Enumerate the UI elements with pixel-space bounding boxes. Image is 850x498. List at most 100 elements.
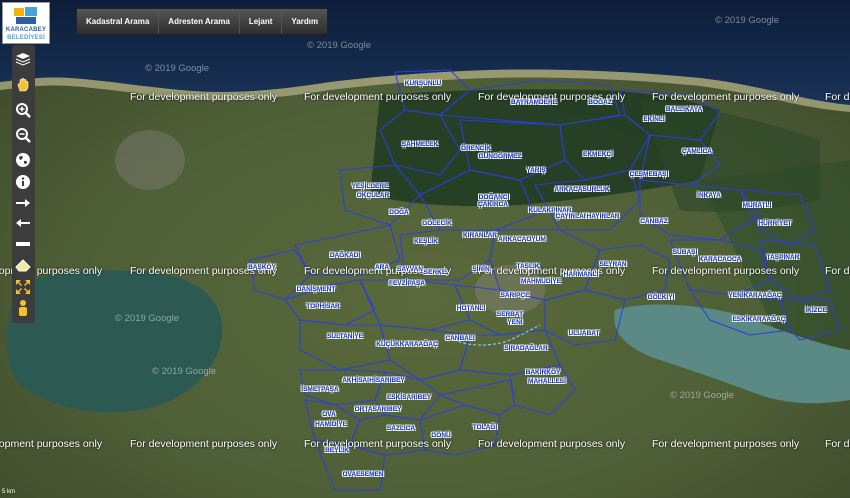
address-search-button[interactable]: Adresten Arama xyxy=(159,9,240,34)
place-label[interactable]: KURŞUNLU xyxy=(405,80,441,88)
place-label[interactable]: BAYRAMDERE xyxy=(511,99,557,107)
place-label[interactable]: BAKIRKÖY xyxy=(526,369,561,377)
place-label[interactable]: TOLAĞI xyxy=(473,424,497,432)
info-icon[interactable] xyxy=(13,172,33,192)
place-label[interactable]: SARIPÇE xyxy=(501,292,530,300)
place-label[interactable]: GÖLECİK xyxy=(422,220,452,228)
place-label[interactable]: CANBALI xyxy=(445,335,474,343)
place-label[interactable]: SAZLICA xyxy=(387,425,415,433)
place-label[interactable]: SAYVAN xyxy=(397,266,423,274)
zoom-out-icon[interactable] xyxy=(13,125,33,145)
place-label[interactable]: HİSARIBEY xyxy=(369,377,404,385)
place-label[interactable]: BAŞKÖY xyxy=(248,264,276,272)
cadastral-search-button[interactable]: Kadastral Arama xyxy=(77,9,160,34)
place-label[interactable]: TOPHİSAR xyxy=(306,303,339,311)
place-label[interactable]: EKİNLİ xyxy=(643,116,664,124)
place-label[interactable]: YENİ xyxy=(507,319,522,327)
place-label[interactable]: İSMETPAŞA xyxy=(301,386,338,394)
help-button[interactable]: Yardım xyxy=(282,9,328,34)
satellite-map[interactable] xyxy=(0,0,850,498)
place-label[interactable]: AKHİSAR xyxy=(342,377,372,385)
place-label[interactable]: ÇEŞMEBAŞI xyxy=(630,171,669,179)
place-label[interactable]: MAHALLESİ xyxy=(528,378,566,386)
place-label[interactable]: ÇAYIRLAR xyxy=(556,213,589,221)
place-label[interactable]: MURATLI xyxy=(743,202,772,210)
place-label[interactable]: BOĞAZ xyxy=(588,99,611,107)
place-label[interactable]: ŞİRİN xyxy=(472,266,489,274)
dev-watermark-text: For development purposes only xyxy=(304,91,452,103)
eraser-icon[interactable] xyxy=(13,255,33,275)
pan-hand-icon[interactable] xyxy=(13,75,33,95)
place-label[interactable]: SERBAT xyxy=(497,311,523,319)
place-label[interactable]: KEŞLİK xyxy=(414,238,438,246)
dev-watermark-text: For development purposes only xyxy=(478,438,626,450)
place-label[interactable]: ORTASARIBEY xyxy=(355,406,402,414)
place-label[interactable]: DANİŞMENT xyxy=(297,286,336,294)
place-label[interactable]: KIRANLAR xyxy=(463,232,497,240)
place-label[interactable]: ARKACAOYUM xyxy=(498,236,546,244)
place-label[interactable]: İKİZCE xyxy=(805,307,826,315)
place-label[interactable]: DAĞKADI xyxy=(330,252,360,260)
place-label[interactable]: OVA xyxy=(322,411,336,419)
place-label[interactable]: DOĞA xyxy=(389,209,409,217)
place-label[interactable]: YEŞİLDERE xyxy=(352,183,389,191)
place-label[interactable]: ESKİKARAAĞAÇ xyxy=(732,316,785,324)
arrow-left-icon[interactable] xyxy=(13,213,33,233)
place-label[interactable]: BEYLİK xyxy=(325,447,349,455)
place-label[interactable]: HARMANLI xyxy=(564,271,599,279)
legend-button[interactable]: Lejant xyxy=(239,9,283,34)
logo-mark-icon xyxy=(14,7,37,24)
place-label[interactable]: OVAESEMEN xyxy=(342,471,383,479)
place-label[interactable]: MAHMUDİYE xyxy=(521,278,561,286)
place-label[interactable]: EKMEKÇİ xyxy=(583,151,613,159)
place-label[interactable]: GÖNÜ xyxy=(431,432,451,440)
place-label[interactable]: İNKAYA xyxy=(697,192,721,200)
place-label[interactable]: TAŞPINAR xyxy=(767,254,800,262)
top-toolbar: Kadastral Arama Adresten Arama Lejant Ya… xyxy=(76,8,329,35)
place-label[interactable]: ÇAMLICA xyxy=(682,148,712,156)
place-label[interactable]: ESKİSARIBEY xyxy=(387,394,431,402)
place-label[interactable]: HÜRRİYET xyxy=(758,220,791,228)
dev-watermark-text: For development purposes only xyxy=(0,438,103,450)
dev-watermark-text: For development purposes only xyxy=(130,438,278,450)
place-label[interactable]: KARACAOCA xyxy=(699,256,742,264)
dev-watermark-text: For development purposes only xyxy=(825,438,850,450)
place-label[interactable]: ARA xyxy=(375,264,389,272)
place-label[interactable]: GÖLKIYI xyxy=(648,294,675,302)
dev-watermark-text: For development purposes only xyxy=(652,265,800,277)
place-label[interactable]: ULUABAT xyxy=(569,330,600,338)
place-label[interactable]: SIRADAĞLAR xyxy=(504,345,547,353)
place-label[interactable]: HAYIRLAR xyxy=(587,213,620,221)
dev-watermark-text: For development purposes only xyxy=(652,438,800,450)
place-label[interactable]: SUBAŞI xyxy=(673,249,698,257)
place-label[interactable]: OKÇULAR xyxy=(357,192,390,200)
place-label[interactable]: ÇAKIRCA xyxy=(478,201,508,209)
place-label[interactable]: CANBAZ xyxy=(640,218,667,226)
place-label[interactable]: ÖRENCİK xyxy=(461,145,491,153)
place-label[interactable]: YARIŞ xyxy=(526,167,545,175)
municipality-logo[interactable]: KARACABEY BELEDİYESİ xyxy=(2,2,50,44)
place-label[interactable]: SERKE xyxy=(424,269,446,277)
place-label[interactable]: FEVZİPAŞA xyxy=(389,280,425,288)
zoom-in-icon[interactable] xyxy=(13,100,33,120)
place-label[interactable]: TAŞLIK xyxy=(517,263,540,271)
place-label[interactable]: YENİKARAAĞAÇ xyxy=(728,292,781,300)
ruler-icon[interactable] xyxy=(13,234,33,254)
dev-watermark-text: For development purposes only xyxy=(825,91,850,103)
place-label[interactable]: KÜÇÜKKARAAĞAÇ xyxy=(376,341,437,349)
dev-watermark-text: For development purposes only xyxy=(825,265,850,277)
place-label[interactable]: HAMİDİYE xyxy=(315,421,347,429)
place-label[interactable]: SULTANİYE xyxy=(327,333,363,341)
place-label[interactable]: GÜNGÖRMEZ xyxy=(479,153,522,161)
place-label[interactable]: ŞAHMELEK xyxy=(402,141,438,149)
globe-icon[interactable] xyxy=(13,150,33,170)
place-label[interactable]: BALLIKAYA xyxy=(666,106,702,114)
place-label[interactable]: HOTANLI xyxy=(457,305,485,313)
copyright-watermark: © 2019 Google xyxy=(115,313,180,324)
place-label[interactable]: ARKACASURLUK xyxy=(554,186,609,194)
arrow-right-icon[interactable] xyxy=(13,193,33,213)
street-view-icon[interactable] xyxy=(13,298,33,318)
place-label[interactable]: SEYRAN xyxy=(599,261,626,269)
fullscreen-icon[interactable] xyxy=(13,277,33,297)
layers-icon[interactable] xyxy=(13,49,33,69)
